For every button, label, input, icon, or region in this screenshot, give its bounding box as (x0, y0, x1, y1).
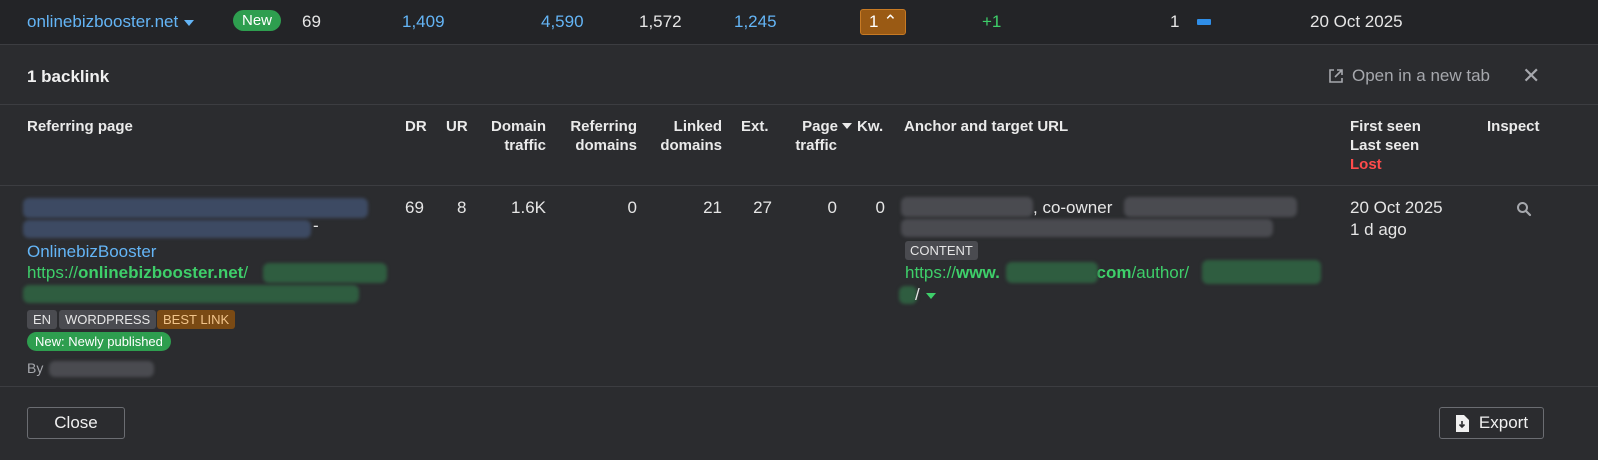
redacted-title (23, 220, 311, 238)
sort-desc-icon (842, 123, 852, 129)
redacted-anchor (901, 219, 1273, 237)
referring-site-name[interactable]: OnlinebizBooster (27, 242, 156, 262)
new-badge: New (233, 10, 282, 31)
domain-link[interactable]: onlinebizbooster.net (27, 12, 195, 32)
col-referring-page[interactable]: Referring page (27, 117, 133, 136)
export-file-icon (1455, 414, 1469, 432)
col-kw[interactable]: Kw. (857, 117, 883, 136)
change-value: +1 (982, 12, 1002, 31)
search-icon[interactable] (1516, 201, 1532, 217)
author-label: By (27, 360, 44, 376)
metric-value-3: 1,572 (639, 12, 682, 31)
divider (0, 104, 1598, 105)
col-ext[interactable]: Ext. (741, 117, 769, 136)
col-linked-domains[interactable]: Linked domains (642, 117, 722, 155)
external-link-icon (1329, 69, 1343, 83)
col-dr[interactable]: DR (405, 117, 427, 136)
col-inspect: Inspect (1487, 118, 1540, 135)
close-icon[interactable]: ✕ (1522, 63, 1540, 89)
metric-link-2[interactable]: 4,590 (541, 12, 584, 32)
open-new-tab-link[interactable]: Open in a new tab (1328, 66, 1490, 86)
dr-value: 69 (302, 12, 321, 31)
divider (0, 185, 1598, 186)
trend-bar-icon (1197, 19, 1211, 25)
redacted-url (23, 285, 359, 303)
last-seen-cell: 1 d ago (1350, 220, 1407, 239)
panel-title: 1 backlink (27, 67, 110, 86)
metric-link-4[interactable]: 1,245 (734, 12, 777, 32)
dr-cell: 69 (405, 198, 424, 217)
redacted-title (23, 198, 368, 218)
col-page-traffic[interactable]: Page traffic (780, 117, 852, 155)
chevron-down-icon[interactable] (184, 19, 195, 26)
referring-domains-cell: 0 (627, 198, 637, 217)
referring-url[interactable]: https://onlinebizbooster.net/ (27, 263, 248, 283)
redacted-anchor (1124, 197, 1297, 217)
redacted-anchor (901, 197, 1033, 217)
summary-row: onlinebizbooster.net New 69 1,409 4,590 … (0, 0, 1598, 45)
new-published-badge: New: Newly published (27, 332, 171, 351)
close-button[interactable]: Close (27, 407, 125, 439)
metric-link-1[interactable]: 1,409 (402, 12, 445, 32)
domain-traffic-cell: 1.6K (511, 198, 546, 217)
col-seen[interactable]: First seen Last seen Lost (1350, 117, 1421, 174)
tag-platform: WORDPRESS (59, 310, 157, 329)
redacted-target (1006, 262, 1098, 283)
col-ur[interactable]: UR (446, 117, 468, 136)
first-seen-cell: 20 Oct 2025 (1350, 198, 1443, 217)
redacted-url (263, 263, 387, 283)
count-value: 1 (1170, 12, 1180, 31)
links-toggle-button[interactable]: 1 ⌃ (860, 9, 907, 35)
content-tag: CONTENT (905, 241, 978, 260)
redacted-target (1202, 260, 1321, 284)
tag-language: EN (27, 310, 58, 329)
col-domain-traffic[interactable]: Domain traffic (466, 117, 546, 155)
chevron-up-icon: ⌃ (883, 12, 898, 31)
redacted-author (49, 361, 154, 377)
ur-cell: 8 (457, 198, 467, 217)
external-links-link[interactable]: 27 (712, 198, 772, 218)
chevron-down-icon[interactable] (925, 292, 936, 299)
divider (0, 386, 1598, 387)
anchor-text: , co-owner (1033, 198, 1113, 217)
export-button[interactable]: Export (1439, 407, 1544, 439)
title-dash: - (313, 216, 319, 235)
col-referring-domains[interactable]: Referring domains (546, 117, 637, 155)
date-value: 20 Oct 2025 (1310, 12, 1403, 31)
target-url-tail[interactable]: / (915, 285, 936, 305)
col-anchor[interactable]: Anchor and target URL (904, 117, 1068, 136)
keywords-cell: 0 (875, 198, 885, 217)
tag-best-link: BEST LINK (157, 310, 236, 329)
